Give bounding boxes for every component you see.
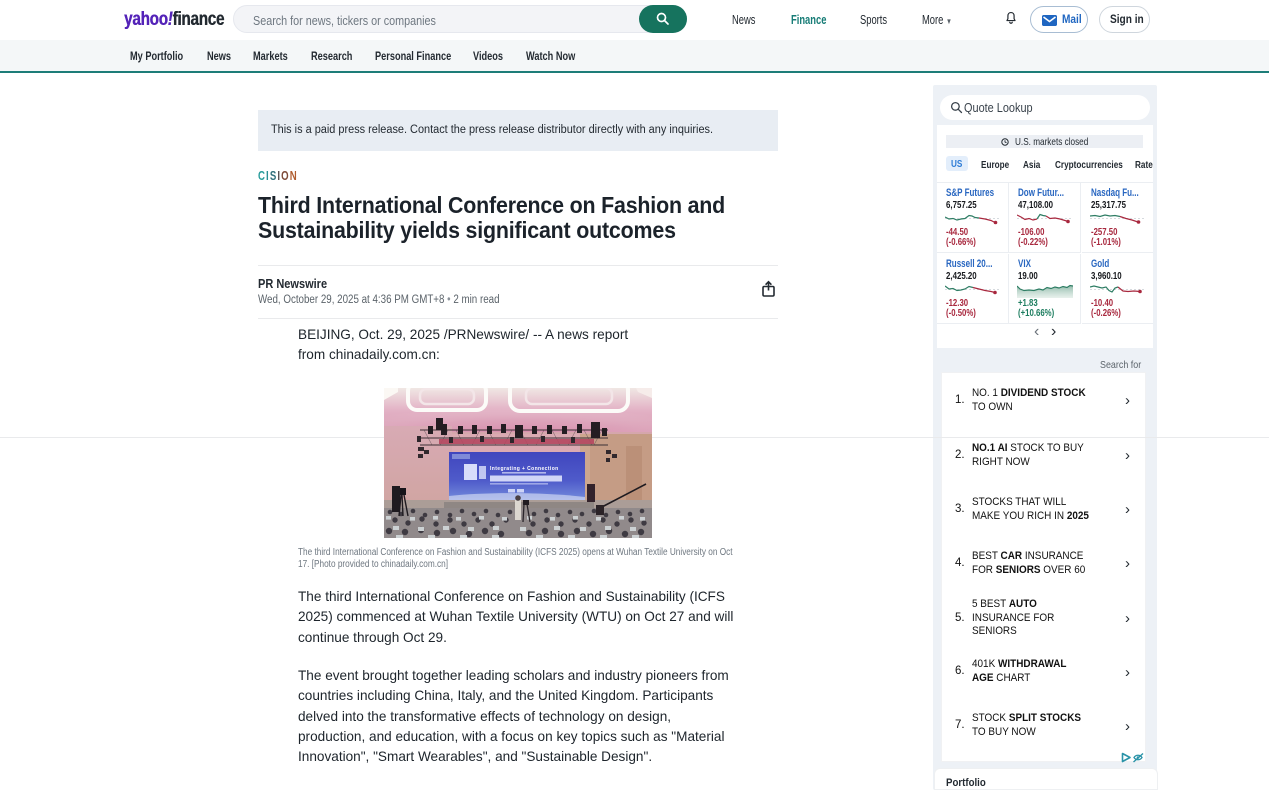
svg-text:Integrating + Connection: Integrating + Connection — [490, 466, 559, 472]
